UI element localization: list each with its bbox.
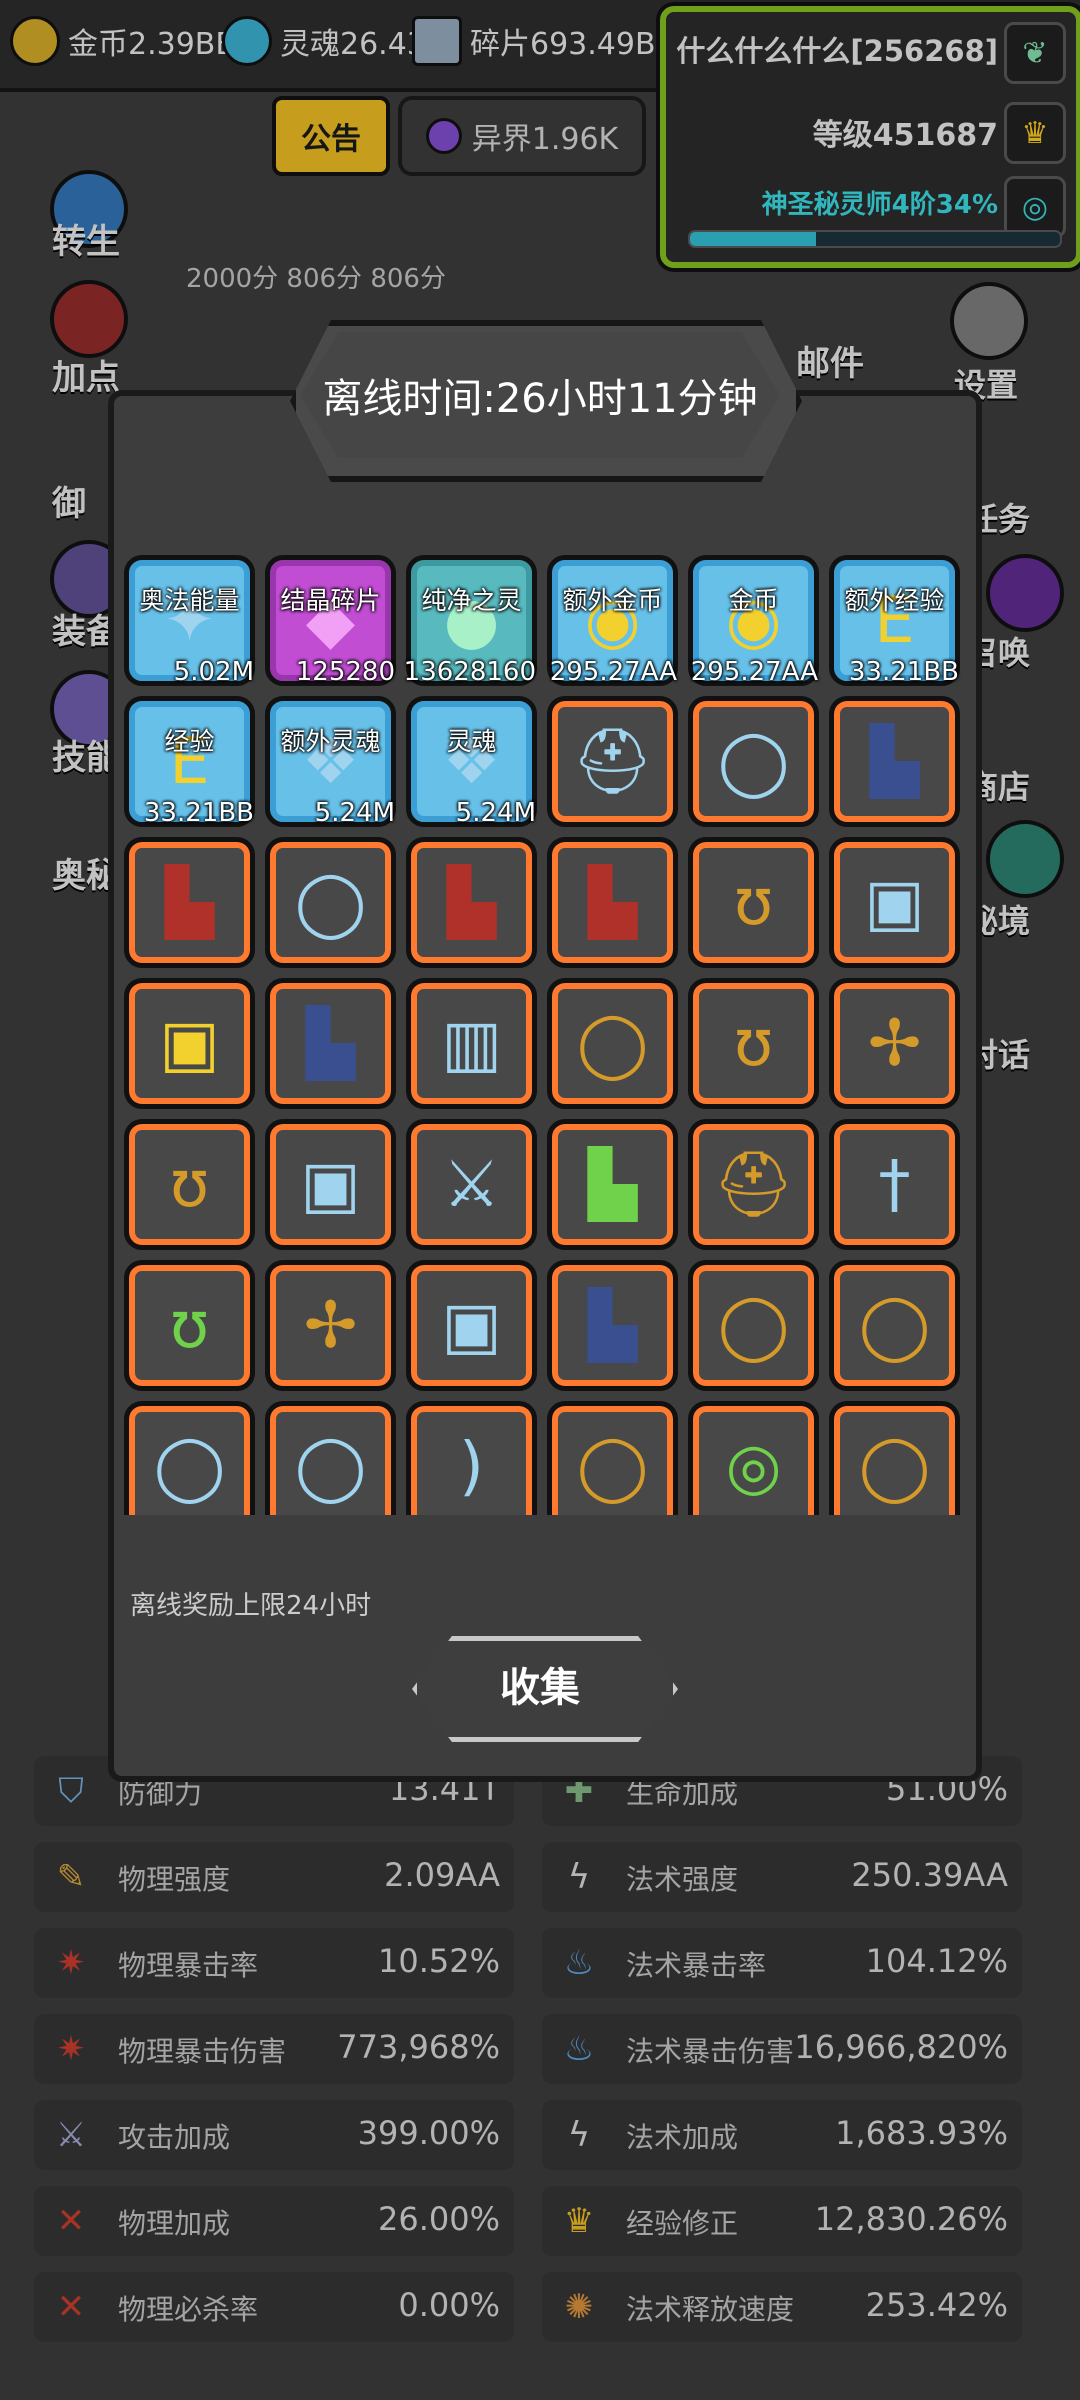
reward-slot[interactable]: ▙ — [547, 1119, 678, 1250]
reward-slot[interactable]: ◆ 结晶碎片 125280 — [265, 555, 396, 687]
offline-time-title: 离线时间:26小时11分钟 — [300, 332, 780, 458]
reward-slot[interactable]: ) — [406, 1401, 537, 1515]
reward-slot[interactable]: ▣ — [406, 1260, 537, 1391]
reward-slot[interactable]: ▙ — [829, 696, 960, 827]
reward-amount: 13628160 — [403, 657, 536, 687]
helmet-icon: ⛑ — [571, 725, 654, 799]
reward-slot[interactable]: ▣ — [829, 837, 960, 968]
crossbow-icon: ✢ — [867, 1006, 922, 1081]
reward-slot[interactable]: ◯ — [688, 696, 819, 827]
armor-icon: ▣ — [441, 1288, 502, 1363]
ring-icon: ◯ — [717, 1288, 790, 1363]
ring-icon: ◯ — [858, 1288, 931, 1363]
reward-slot[interactable]: ʊ — [124, 1260, 255, 1391]
reward-slot[interactable]: ◯ — [829, 1260, 960, 1391]
reward-amount: 295.27AA — [690, 657, 818, 687]
reward-slot[interactable]: ◎ — [688, 1401, 819, 1515]
reward-slot[interactable]: ◯ — [124, 1401, 255, 1515]
reward-slot[interactable]: ⚔ — [406, 1119, 537, 1250]
reward-slot[interactable]: E 额外经验 33.21BB — [829, 555, 960, 687]
green-boot-icon: ▙ — [587, 1147, 638, 1222]
reward-slot[interactable]: ▙ — [406, 837, 537, 968]
reward-slot[interactable]: † — [829, 1119, 960, 1250]
bracelet-icon: ◯ — [294, 865, 367, 940]
reward-slot[interactable]: ⛑ — [688, 1119, 819, 1250]
reward-slot[interactable]: ● 纯净之灵 13628160 — [403, 555, 537, 687]
ring-icon: ◯ — [576, 1006, 649, 1081]
collect-button[interactable]: 收集 — [412, 1636, 668, 1732]
reward-slot[interactable]: ◉ 额外金币 295.27AA — [547, 555, 678, 687]
bracelet-icon: ◯ — [153, 1429, 226, 1504]
boot-icon: ▙ — [869, 724, 920, 799]
reward-slot[interactable]: ▣ — [265, 1119, 396, 1250]
crossbow-icon: ✢ — [303, 1288, 358, 1363]
reward-label: 额外金币 — [562, 586, 663, 615]
reward-slot[interactable]: ✦ 奥法能量 5.02M — [124, 555, 255, 687]
reward-slot[interactable]: ▙ — [547, 1260, 678, 1391]
reward-slot[interactable]: ʊ — [124, 1119, 255, 1250]
reward-label: 额外灵魂 — [280, 727, 381, 756]
reward-slot[interactable]: ❖ 灵魂 5.24M — [406, 696, 537, 828]
reward-slot[interactable]: ▙ — [547, 837, 678, 968]
reward-amount: 5.24M — [314, 798, 395, 828]
ring-icon: ◯ — [576, 1429, 649, 1504]
reward-amount: 33.21BB — [143, 798, 254, 828]
reward-slot[interactable]: ʊ — [688, 837, 819, 968]
reward-slot[interactable]: ◯ — [265, 837, 396, 968]
reward-slot[interactable]: ʊ — [688, 978, 819, 1109]
bracelet-icon: ◯ — [294, 1429, 367, 1504]
shoe-icon: ▙ — [164, 865, 215, 940]
reward-slot[interactable]: ✢ — [265, 1260, 396, 1391]
dagger-icon: † — [878, 1147, 911, 1222]
reward-slot[interactable]: E 经验 33.21BB — [124, 696, 255, 828]
reward-slot[interactable]: ◯ — [547, 1401, 678, 1515]
bracelet-icon: ◯ — [717, 724, 790, 799]
reward-slot[interactable]: ▙ — [124, 837, 255, 968]
shoe-icon: ▙ — [446, 865, 497, 940]
reward-amount: 125280 — [295, 657, 395, 687]
offline-limit-note: 离线奖励上限24小时 — [130, 1591, 372, 1621]
reward-slot[interactable]: ◯ — [265, 1401, 396, 1515]
vest-icon: ▥ — [441, 1006, 502, 1081]
reward-amount: 5.02M — [173, 657, 254, 687]
armor-icon: ▣ — [300, 1147, 361, 1222]
reward-label: 纯净之灵 — [421, 586, 522, 615]
reward-amount: 33.21BB — [848, 657, 959, 687]
sword-icon: ⚔ — [442, 1147, 501, 1222]
necklace-icon: ʊ — [169, 1147, 210, 1222]
necklace-icon: ʊ — [733, 1006, 774, 1081]
reward-slot[interactable]: ✢ — [829, 978, 960, 1109]
boot-icon: ▙ — [305, 1006, 356, 1081]
gold-armor-icon: ▣ — [159, 1006, 220, 1081]
reward-slot[interactable]: ◯ — [688, 1260, 819, 1391]
green-ring-icon: ◎ — [725, 1429, 782, 1504]
reward-label: 结晶碎片 — [280, 586, 381, 615]
reward-slot[interactable]: ◯ — [829, 1401, 960, 1515]
reward-label: 灵魂 — [446, 727, 497, 756]
reward-slot[interactable]: ◉ 金币 295.27AA — [688, 555, 819, 687]
green-necklace-icon: ʊ — [169, 1288, 210, 1363]
reward-slot[interactable]: ▙ — [265, 978, 396, 1109]
reward-slot[interactable]: ▣ — [124, 978, 255, 1109]
reward-slot[interactable]: ⛑ — [547, 696, 678, 827]
boot-icon: ▙ — [587, 1288, 638, 1363]
reward-amount: 5.24M — [455, 798, 536, 828]
reward-amount: 295.27AA — [549, 657, 677, 687]
reward-label: 奥法能量 — [139, 586, 240, 615]
armor-icon: ▣ — [864, 865, 925, 940]
spartan-helmet-icon: ⛑ — [712, 1148, 795, 1222]
reward-slot[interactable]: ▥ — [406, 978, 537, 1109]
shoe-icon: ▙ — [587, 865, 638, 940]
bow-icon: ) — [459, 1429, 484, 1504]
reward-label: 金币 — [728, 586, 779, 615]
reward-slot[interactable]: ❖ 额外灵魂 5.24M — [265, 696, 396, 828]
reward-slot[interactable]: ◯ — [547, 978, 678, 1109]
ring-icon: ◯ — [858, 1429, 931, 1504]
reward-label: 经验 — [164, 727, 215, 756]
reward-label: 额外经验 — [844, 586, 945, 615]
reward-grid: ✦ 奥法能量 5.02M ◆ 结晶碎片 125280 ● 纯净之灵 13628160 ◉ 额外金币 2… — [124, 555, 964, 1515]
necklace-icon: ʊ — [733, 865, 774, 940]
